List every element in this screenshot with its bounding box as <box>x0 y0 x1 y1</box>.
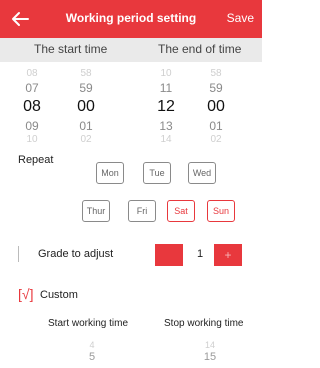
picker-value: 10 <box>26 134 38 145</box>
title-bar: Working period setting Save <box>0 0 262 38</box>
grade-label: Grade to adjust <box>38 248 114 260</box>
custom-label: Custom <box>40 289 78 301</box>
start-working-time-label: Start working time <box>48 318 129 329</box>
stop-working-wheel[interactable]: 14 15 <box>195 340 225 364</box>
picker-value: 14 <box>160 134 172 145</box>
page-title: Working period setting <box>65 11 197 25</box>
picker-value: 14 <box>204 340 215 350</box>
picker-value: 10 <box>160 68 172 79</box>
start-working-wheel[interactable]: 4 5 <box>77 340 107 364</box>
end-hour-wheel[interactable]: 10 11 12 13 14 <box>146 68 186 146</box>
time-tabs: The start time The end of time <box>0 38 262 62</box>
save-button[interactable]: Save <box>227 11 254 25</box>
picker-value: 59 <box>79 81 93 95</box>
picker-value: 59 <box>209 81 223 95</box>
picker-value: 5 <box>88 351 96 363</box>
picker-value: 01 <box>79 119 93 133</box>
picker-value: 02 <box>210 134 222 145</box>
picker-value: 15 <box>203 351 217 363</box>
day-toggle-mon[interactable]: Mon <box>96 162 124 184</box>
picker-value: 11 <box>159 81 173 95</box>
picker-selected-value: 00 <box>207 98 225 115</box>
tab-end-time[interactable]: The end of time <box>158 42 241 56</box>
day-toggle-fri[interactable]: Fri <box>128 200 156 222</box>
picker-value: 13 <box>159 119 173 133</box>
picker-selected-value: 08 <box>23 98 41 115</box>
day-toggle-wed[interactable]: Wed <box>188 162 216 184</box>
picker-selected-value: 12 <box>157 98 175 115</box>
grade-decrement-button[interactable] <box>155 244 183 266</box>
picker-selected-value: 00 <box>77 98 95 115</box>
time-picker[interactable]: 08 07 08 09 10 58 59 00 01 02 10 11 12 1… <box>0 62 262 150</box>
grade-checkbox[interactable] <box>18 246 19 262</box>
start-hour-wheel[interactable]: 08 07 08 09 10 <box>12 68 52 146</box>
tab-start-time[interactable]: The start time <box>34 42 107 56</box>
picker-value: 58 <box>210 68 222 79</box>
day-toggle-sun[interactable]: Sun <box>207 200 235 222</box>
picker-value: 4 <box>89 340 95 350</box>
day-toggle-thur[interactable]: Thur <box>82 200 110 222</box>
stop-working-time-label: Stop working time <box>164 318 244 329</box>
start-minute-wheel[interactable]: 58 59 00 01 02 <box>66 68 106 146</box>
picker-value: 58 <box>80 68 92 79</box>
custom-checkbox[interactable]: [√] <box>18 286 33 302</box>
picker-value: 01 <box>209 119 223 133</box>
picker-value: 02 <box>80 134 92 145</box>
picker-value: 07 <box>25 81 39 95</box>
end-minute-wheel[interactable]: 58 59 00 01 02 <box>196 68 236 146</box>
grade-value: 1 <box>196 248 204 260</box>
day-toggle-tue[interactable]: Tue <box>143 162 171 184</box>
day-toggle-sat[interactable]: Sat <box>167 200 195 222</box>
picker-value: 09 <box>25 119 39 133</box>
picker-value: 08 <box>26 68 38 79</box>
grade-increment-button[interactable]: + <box>214 244 242 266</box>
repeat-label: Repeat <box>18 154 54 166</box>
